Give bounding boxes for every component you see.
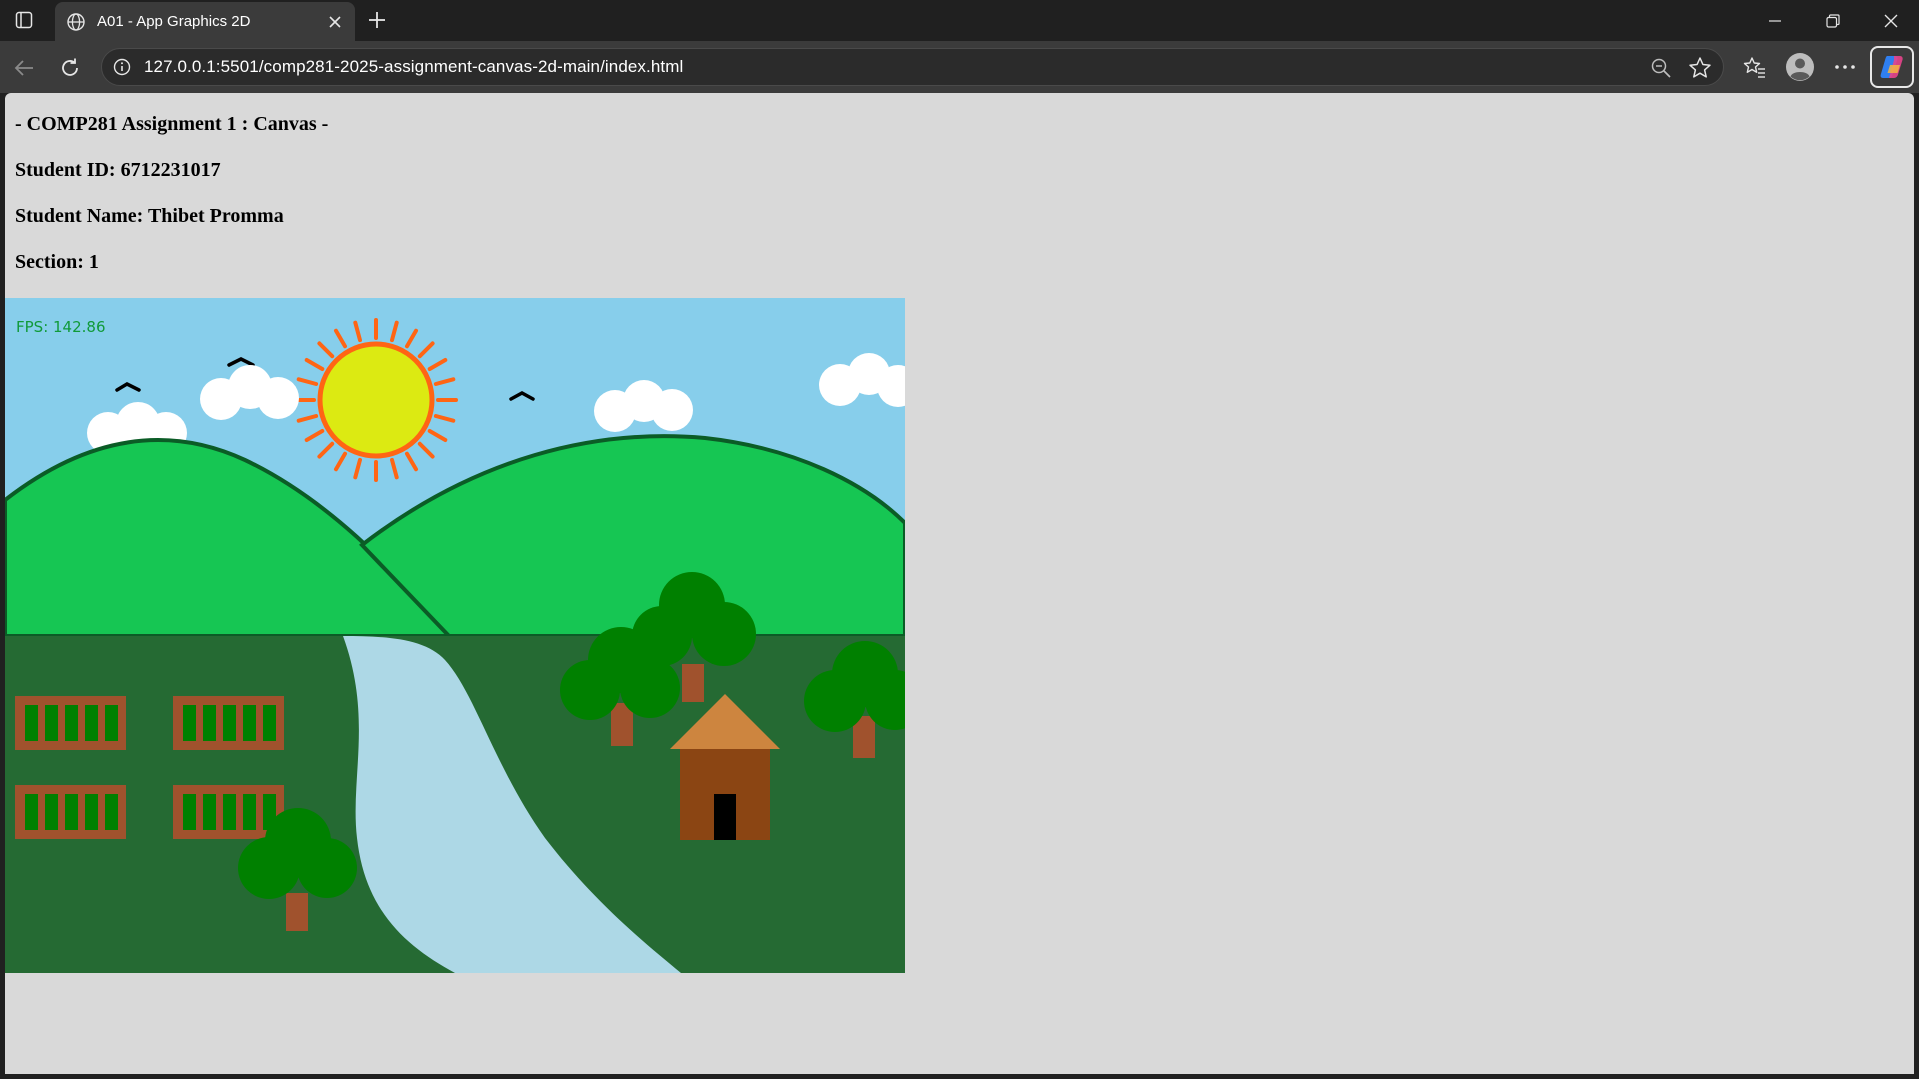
profile-icon: [1786, 53, 1814, 81]
close-icon: [329, 15, 341, 28]
url-text[interactable]: 127.0.0.1:5501/comp281-2025-assignment-c…: [144, 57, 683, 77]
page-viewport: - COMP281 Assignment 1 : Canvas - Studen…: [5, 93, 1914, 1074]
sun-disc: [317, 341, 435, 459]
assignment-title: - COMP281 Assignment 1 : Canvas -: [15, 113, 329, 135]
house-door: [714, 794, 736, 840]
minimize-icon: [1769, 19, 1781, 22]
back-arrow-icon: [14, 60, 33, 76]
window-close-button[interactable]: [1863, 0, 1919, 41]
browser-tab-bar: A01 - App Graphics 2D: [0, 0, 1919, 41]
star-icon[interactable]: [1687, 55, 1713, 81]
address-bar[interactable]: 127.0.0.1:5501/comp281-2025-assignment-c…: [101, 48, 1724, 86]
more-icon: [1835, 65, 1855, 69]
tab-title: A01 - App Graphics 2D: [97, 13, 251, 30]
student-id: Student ID: 6712231017: [15, 159, 221, 181]
landscape-drawing: [5, 298, 925, 973]
restore-button[interactable]: [1805, 0, 1861, 41]
profile-button[interactable]: [1783, 50, 1817, 84]
student-name: Student Name: Thibet Promma: [15, 205, 284, 227]
globe-icon: [65, 11, 87, 33]
browser-toolbar: 127.0.0.1:5501/comp281-2025-assignment-c…: [0, 41, 1919, 93]
close-tab-button[interactable]: [321, 8, 349, 36]
copilot-button[interactable]: [1870, 46, 1914, 88]
reload-button[interactable]: [53, 51, 87, 85]
tab-actions-icon: [15, 11, 33, 29]
field: [173, 696, 284, 750]
active-tab[interactable]: A01 - App Graphics 2D: [55, 2, 355, 41]
favorites-icon: [1743, 57, 1765, 78]
field: [15, 785, 126, 839]
scene-canvas[interactable]: FPS: 142.86: [5, 298, 925, 973]
minimize-button[interactable]: [1747, 0, 1803, 41]
favorites-button[interactable]: [1738, 50, 1772, 84]
zoom-out-icon[interactable]: [1649, 56, 1673, 80]
more-button[interactable]: [1828, 50, 1862, 84]
tab-actions-button[interactable]: [8, 6, 40, 34]
sun: [294, 318, 458, 482]
section: Section: 1: [15, 251, 99, 273]
back-button[interactable]: [7, 51, 41, 85]
new-tab-button[interactable]: [361, 6, 393, 34]
restore-icon: [1826, 13, 1840, 28]
window-close-icon: [1884, 14, 1898, 27]
reload-icon: [62, 58, 78, 76]
copilot-icon: [1880, 56, 1903, 78]
field: [15, 696, 126, 750]
fps-counter: FPS: 142.86: [16, 318, 106, 336]
plus-icon: [369, 12, 385, 28]
info-icon[interactable]: [112, 57, 132, 77]
